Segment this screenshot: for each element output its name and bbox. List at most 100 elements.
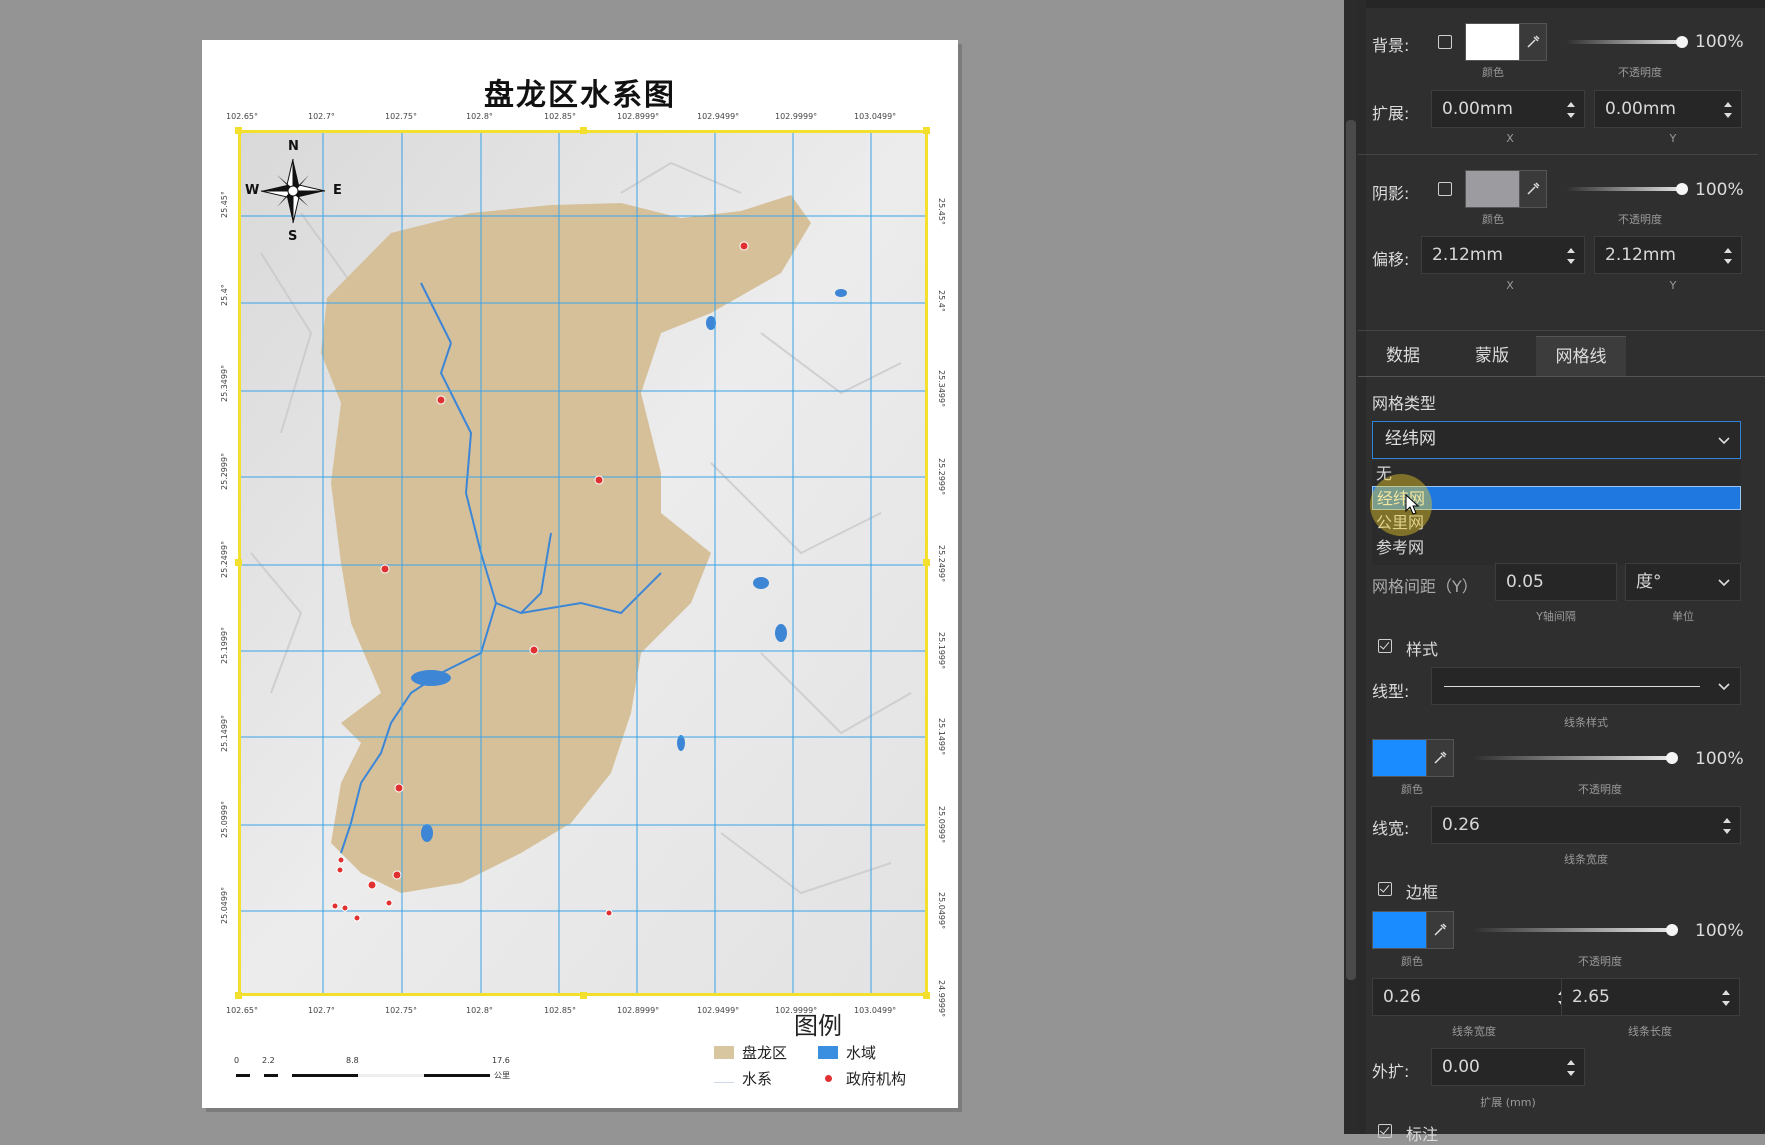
eyedropper-icon[interactable] [1525,34,1541,50]
compass-s-label: S [288,229,298,244]
line-width-sublabel: 线条宽度 [1564,853,1608,866]
top-coord-label: 102.75° [385,112,417,121]
tab-mask[interactable]: 蒙版 [1448,336,1536,376]
selection-handle[interactable] [580,992,587,999]
compass-w-label: W [245,183,260,198]
selection-handle[interactable] [235,992,242,999]
spinner-arrows-icon[interactable] [1566,245,1576,267]
tab-data[interactable]: 数据 [1358,336,1448,376]
style-checkbox[interactable] [1378,639,1392,653]
border-length-sublabel: 线条长度 [1628,1025,1672,1038]
scalebar-tick-label: 17.6 [492,1056,510,1065]
right-coord-label: 25.3499° [937,370,946,408]
background-label: 背景: [1372,36,1410,55]
grid-spacing-y-value: 0.05 [1506,572,1544,592]
left-coord-label: 25.1999° [220,626,229,664]
grid-spacing-y-input[interactable]: 0.05 [1495,563,1617,601]
bottom-coord-label: 102.65° [226,1006,258,1015]
offset-y-sublabel: Y [1669,279,1677,292]
border-opacity-slider[interactable] [1472,928,1672,932]
tab-gridlines[interactable]: 网格线 [1536,336,1626,377]
eyedropper-icon[interactable] [1525,181,1541,197]
grid-unit-select[interactable]: 度° [1625,563,1741,601]
shadow-opacity-knob[interactable] [1676,183,1688,195]
border-width-input[interactable]: 0.26 [1372,978,1576,1016]
spinner-arrows-icon[interactable] [1723,99,1733,121]
selection-handle[interactable] [235,559,242,566]
annotation-checkbox[interactable] [1378,1124,1392,1138]
line-opacity-sublabel: 不透明度 [1578,783,1622,796]
map-layout-page[interactable]: 盘龙区水系图 102.65° 102.7° 102.75° 102.8° 102… [202,40,958,1108]
map-title[interactable]: 盘龙区水系图 [202,70,958,114]
spinner-arrows-icon[interactable] [1566,1057,1576,1079]
offset-x-input[interactable]: 2.12mm [1421,236,1585,274]
border-length-input[interactable]: 2.65 [1561,978,1740,1016]
legend-item-district: 盘龙区 [714,1042,787,1063]
extend-y-input[interactable]: 0.00mm [1594,90,1742,128]
line-type-select[interactable] [1431,667,1741,705]
border-width-sublabel: 线条宽度 [1452,1025,1496,1038]
border-opacity-knob[interactable] [1666,924,1678,936]
top-coord-label: 103.0499° [854,112,897,121]
selection-handle[interactable] [235,127,242,134]
chevron-down-icon[interactable] [1718,683,1730,691]
background-opacity-slider[interactable] [1566,40,1684,44]
shadow-checkbox[interactable] [1438,182,1452,196]
scalebar-tick-label: 0 [234,1056,240,1065]
selection-handle[interactable] [923,992,930,999]
border-color-picker[interactable] [1372,911,1454,949]
eyedropper-icon[interactable] [1432,750,1448,766]
canvas-scrollbar-thumb[interactable] [1346,120,1356,980]
background-checkbox[interactable] [1438,35,1452,49]
dropdown-option[interactable]: 无 [1372,462,1741,486]
offset-label: 偏移: [1372,250,1410,269]
legend-swatch [714,1046,734,1059]
spinner-arrows-icon[interactable] [1721,987,1731,1009]
line-width-input[interactable]: 0.26 [1431,806,1741,844]
border-checkbox[interactable] [1378,882,1392,896]
border-length-value: 2.65 [1572,987,1610,1007]
background-opacity-knob[interactable] [1676,36,1688,48]
section-divider [1358,154,1758,155]
shadow-opacity-slider[interactable] [1566,187,1684,191]
spinner-arrows-icon[interactable] [1723,245,1733,267]
offset-y-input[interactable]: 2.12mm [1594,236,1742,274]
map-frame[interactable]: N S E W [238,130,928,996]
bottom-coord-label: 102.75° [385,1006,417,1015]
line-type-sublabel: 线条样式 [1564,716,1608,729]
spinner-arrows-icon[interactable] [1566,99,1576,121]
chevron-down-icon[interactable] [1718,437,1730,445]
dropdown-option[interactable]: 参考网 [1372,536,1741,560]
right-coord-label: 24.9999° [937,980,946,1018]
line-color-picker[interactable] [1372,739,1454,777]
legend-label: 盘龙区 [742,1044,788,1062]
grid-type-select[interactable]: 经纬网 [1372,421,1741,459]
line-opacity-knob[interactable] [1666,752,1678,764]
selection-handle[interactable] [923,127,930,134]
scalebar-tick-label: 8.8 [346,1056,359,1065]
chevron-down-icon[interactable] [1718,579,1730,587]
top-coord-label: 102.65° [226,112,258,121]
legend-swatch [818,1072,838,1085]
bottom-coord-label: 102.85° [544,1006,576,1015]
bottom-coord-label: 102.8999° [617,1006,660,1015]
extend-x-input[interactable]: 0.00mm [1431,90,1585,128]
border-label: 边框 [1406,883,1439,902]
offset-y-value: 2.12mm [1605,245,1676,265]
legend-label: 水域 [846,1044,877,1062]
selection-handle[interactable] [923,559,930,566]
line-opacity-slider[interactable] [1472,756,1672,760]
left-coord-label: 25.4° [220,284,229,306]
right-coord-label: 25.0499° [937,892,946,930]
top-coord-label: 102.9999° [775,112,818,121]
selection-handle[interactable] [580,127,587,134]
scalebar-tick-label: 2.2 [262,1056,275,1065]
spinner-arrows-icon[interactable] [1722,815,1732,837]
eyedropper-icon[interactable] [1432,922,1448,938]
line-type-label: 线型: [1372,682,1410,701]
outer-extend-sublabel: 扩展 (mm) [1480,1096,1536,1109]
shadow-color-picker[interactable] [1465,170,1547,208]
outer-extend-input[interactable]: 0.00 [1431,1048,1585,1086]
map-canvas [241,133,925,993]
background-color-picker[interactable] [1465,23,1547,61]
